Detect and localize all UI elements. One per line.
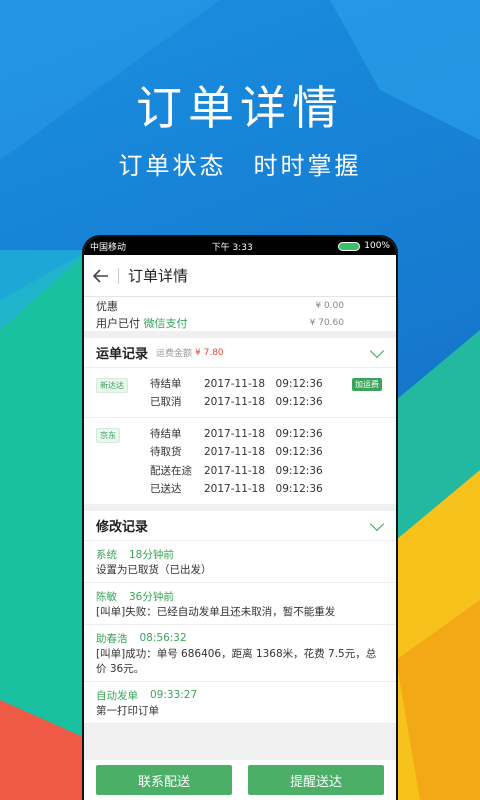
nav-bar: 订单详情 — [84, 255, 396, 297]
change-log-title: 修改记录 — [96, 520, 149, 535]
discount-value: ¥ 0.00 — [315, 300, 344, 311]
paid-value: ¥ 70.60 — [309, 317, 344, 328]
clock: 下午 3:33 — [211, 242, 253, 253]
page-title: 订单详情 — [128, 267, 189, 285]
fee-label: 运费金额 — [156, 349, 193, 359]
track-row: 待取货 2017-11-18 09:12:36 — [150, 446, 323, 459]
arrow-left-icon[interactable] — [84, 264, 118, 288]
change-log-header[interactable]: 修改记录 — [84, 511, 396, 541]
change-log-card: 修改记录 系统 18分钟前 设置为已取货（已出发） 陈敏 36分钟前 [叫单]失… — [84, 511, 396, 724]
action-bar: 联系配送 提醒送达 — [84, 760, 396, 800]
track-row: 待结单 2017-11-18 09:12:36 — [150, 427, 323, 440]
courier-group: 新达达 加运费 待结单 2017-11-18 09:12:36 已取消 2017… — [84, 368, 396, 418]
log-text: 第一打印订单 — [96, 705, 159, 717]
list-item: 自动发单 09:33:27 第一打印订单 — [84, 682, 396, 724]
list-item: 系统 18分钟前 设置为已取货（已出发） — [84, 541, 396, 583]
courier-tag: 京东 — [96, 428, 120, 443]
log-time: 09:33:27 — [150, 689, 198, 701]
nav-divider — [118, 267, 119, 284]
courier-group: 京东 待结单 2017-11-18 09:12:36 待取货 2017-11-1… — [84, 418, 396, 504]
list-item: 助春浩 08:56:32 [叫单]成功：单号 686406，距离 1368米，花… — [84, 625, 396, 682]
battery-level: 100% — [364, 241, 390, 251]
remind-delivery-button[interactable]: 提醒送达 — [248, 765, 384, 795]
log-author: 自动发单 — [96, 689, 138, 702]
paid-method: 微信支付 — [143, 316, 188, 330]
log-time: 36分钟前 — [129, 590, 174, 603]
courier-tag: 新达达 — [96, 378, 128, 393]
waybill-title: 运单记录 — [96, 347, 149, 362]
carrier-label: 中国移动 — [90, 242, 127, 253]
track-row: 已送达 2017-11-18 09:12:36 — [150, 483, 323, 496]
hero-subtitle: 订单状态 时时掌握 — [118, 152, 362, 180]
log-time: 18分钟前 — [129, 548, 174, 561]
chevron-down-icon[interactable] — [369, 343, 385, 359]
waybill-header[interactable]: 运单记录 运费金额 ¥ 7.80 — [84, 338, 396, 368]
add-fee-badge[interactable]: 加运费 — [352, 378, 382, 391]
log-text: [叫单]失败：已经自动发单且还未取消，暂不能重发 — [96, 606, 336, 618]
hero-title: 订单详情 — [136, 81, 344, 135]
track-row: 待结单 2017-11-18 09:12:36 — [150, 377, 323, 390]
log-text: [叫单]成功：单号 686406，距离 1368米，花费 7.5元，总价 36元… — [96, 648, 377, 675]
phone-screen: 中国移动 下午 3:33 100% 订单详情 优惠 ¥ 0.00 用户已付 微信… — [84, 237, 396, 800]
waybill-card: 运单记录 运费金额 ¥ 7.80 新达达 加运费 待结单 2017-11-18 … — [84, 338, 396, 504]
log-text: 设置为已取货（已出发） — [96, 564, 212, 576]
chevron-down-icon[interactable] — [369, 516, 385, 532]
fee-value: ¥ 7.80 — [195, 347, 224, 358]
log-author: 助春浩 — [96, 632, 128, 645]
payment-summary: 优惠 ¥ 0.00 用户已付 微信支付 ¥ 70.60 — [84, 297, 396, 331]
contact-courier-button[interactable]: 联系配送 — [96, 765, 232, 795]
log-author: 陈敏 — [96, 590, 117, 603]
discount-label: 优惠 — [96, 299, 118, 313]
discount-row: 优惠 ¥ 0.00 — [96, 297, 384, 314]
log-time: 08:56:32 — [139, 632, 187, 644]
list-item: 陈敏 36分钟前 [叫单]失败：已经自动发单且还未取消，暂不能重发 — [84, 583, 396, 625]
log-author: 系统 — [96, 548, 117, 561]
paid-row: 用户已付 微信支付 ¥ 70.60 — [96, 314, 384, 331]
paid-label: 用户已付 — [96, 316, 140, 330]
status-bar: 中国移动 下午 3:33 100% — [84, 237, 396, 255]
battery-icon — [338, 241, 361, 251]
phone-frame: 中国移动 下午 3:33 100% 订单详情 优惠 ¥ 0.00 用户已付 微信… — [82, 235, 398, 800]
scroll-content[interactable]: 优惠 ¥ 0.00 用户已付 微信支付 ¥ 70.60 运单记录 运费金额 ¥ … — [84, 297, 396, 760]
track-row: 配送在途 2017-11-18 09:12:36 — [150, 464, 323, 477]
track-row: 已取消 2017-11-18 09:12:36 — [150, 396, 323, 409]
